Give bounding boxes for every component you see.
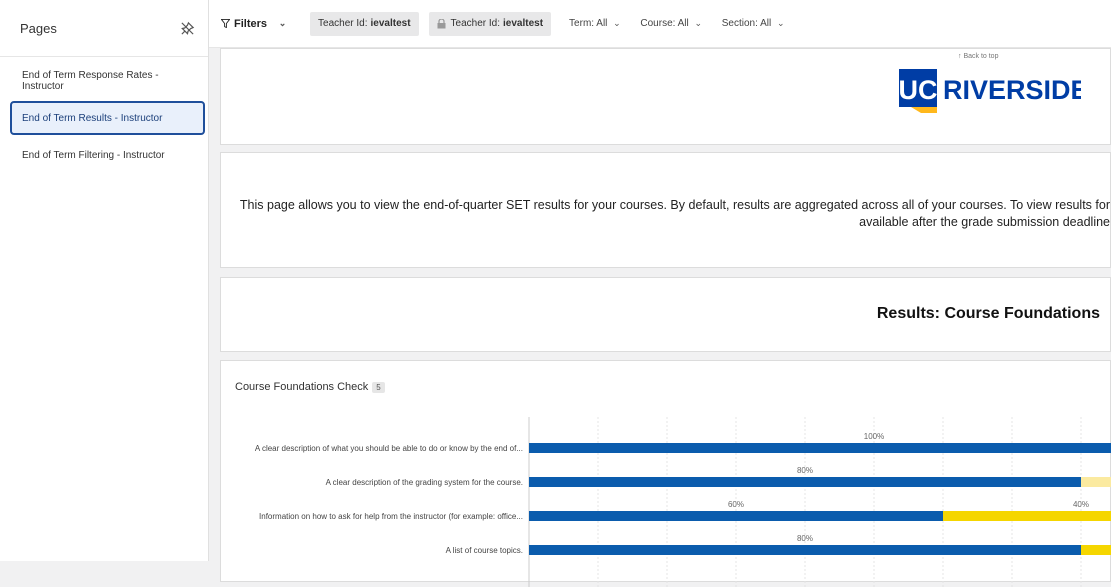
logo-word: RIVERSIDE	[943, 75, 1081, 105]
question-label: A clear description of the grading syste…	[326, 478, 523, 487]
section-label: Section: All	[721, 18, 772, 29]
response-bar	[529, 477, 1081, 487]
chevron-down-icon: ⌄	[613, 18, 621, 28]
uc-riverside-logo: UC RIVERSIDE	[899, 69, 1081, 113]
response-bar	[943, 511, 1111, 521]
logo-mark: UC	[899, 75, 938, 105]
question-label: A list of course topics.	[446, 546, 523, 555]
chart-widget: Course Foundations Check 5 A clear descr…	[220, 360, 1111, 587]
chip-value: ievaltest	[503, 18, 544, 29]
section-dropdown[interactable]: Section: All ⌄	[722, 18, 786, 29]
filter-icon	[221, 19, 230, 28]
page-list: End of Term Response Rates - Instructor …	[0, 57, 208, 172]
teacher-id-chip[interactable]: Teacher Id: ievaltest	[310, 11, 419, 36]
course-foundations-chart: A clear description of what you should b…	[255, 417, 1111, 587]
response-count-badge: 5	[372, 381, 385, 393]
term-dropdown[interactable]: Term: All ⌄	[569, 18, 622, 29]
intro-line-2: available after the grade submission dea…	[859, 215, 1110, 229]
question-label: A clear description of what you should b…	[255, 444, 523, 453]
sidebar-header: Pages	[0, 0, 208, 57]
filters-button[interactable]: Filters ⌄	[221, 18, 288, 30]
response-bar	[529, 443, 1111, 453]
response-bar	[529, 511, 943, 521]
response-bar	[1081, 545, 1111, 555]
sidebar-title: Pages	[20, 20, 57, 36]
section-title-card: Results: Course Foundations	[220, 277, 1111, 352]
course-label: Course: All	[640, 18, 689, 29]
chevron-down-icon: ⌄	[278, 18, 287, 28]
widget-title: Course Foundations Check 5	[235, 381, 385, 393]
course-dropdown[interactable]: Course: All ⌄	[640, 18, 703, 29]
lock-icon	[437, 18, 446, 28]
percent-label: 100%	[864, 432, 884, 441]
section-title: Results: Course Foundations	[876, 305, 1100, 322]
teacher-id-locked-chip[interactable]: Teacher Id: ievaltest	[428, 11, 552, 36]
chip-key: Teacher Id:	[450, 18, 501, 29]
back-to-top-link[interactable]: ↑ Back to top	[958, 53, 998, 60]
chevron-down-icon: ⌄	[694, 18, 703, 28]
chip-value: ievaltest	[370, 18, 411, 29]
percent-label: 40%	[1073, 500, 1089, 509]
filters-label: Filters	[234, 17, 268, 30]
pages-sidebar: Pages End of Term Response Rates - Instr…	[0, 0, 209, 561]
intro-line-1: This page allows you to view the end-of-…	[239, 198, 1110, 212]
response-bar	[1081, 477, 1111, 487]
response-bar	[529, 545, 1081, 555]
page-item-filtering[interactable]: End of Term Filtering - Instructor	[10, 138, 205, 172]
page-item-response-rates[interactable]: End of Term Response Rates - Instructor	[10, 64, 205, 98]
question-label: Information on how to ask for help from …	[259, 512, 523, 521]
unpin-icon[interactable]	[178, 19, 196, 37]
chevron-down-icon: ⌄	[776, 18, 785, 28]
filter-bar: Filters ⌄ Teacher Id: ievaltest Teacher …	[209, 0, 1111, 48]
chip-key: Teacher Id:	[318, 18, 368, 29]
term-label: Term: All	[569, 18, 608, 29]
intro-card: This page allows you to view the end-of-…	[220, 152, 1111, 268]
intro-text: This page allows you to view the end-of-…	[210, 197, 1110, 231]
percent-label: 80%	[797, 534, 813, 543]
percent-label: 60%	[728, 500, 744, 509]
widget-title-text: Course Foundations Check	[235, 381, 369, 393]
percent-label: 80%	[797, 466, 813, 475]
header-card: ↑ Back to top UC RIVERSIDE	[220, 48, 1111, 145]
page-item-results[interactable]: End of Term Results - Instructor	[10, 101, 205, 135]
